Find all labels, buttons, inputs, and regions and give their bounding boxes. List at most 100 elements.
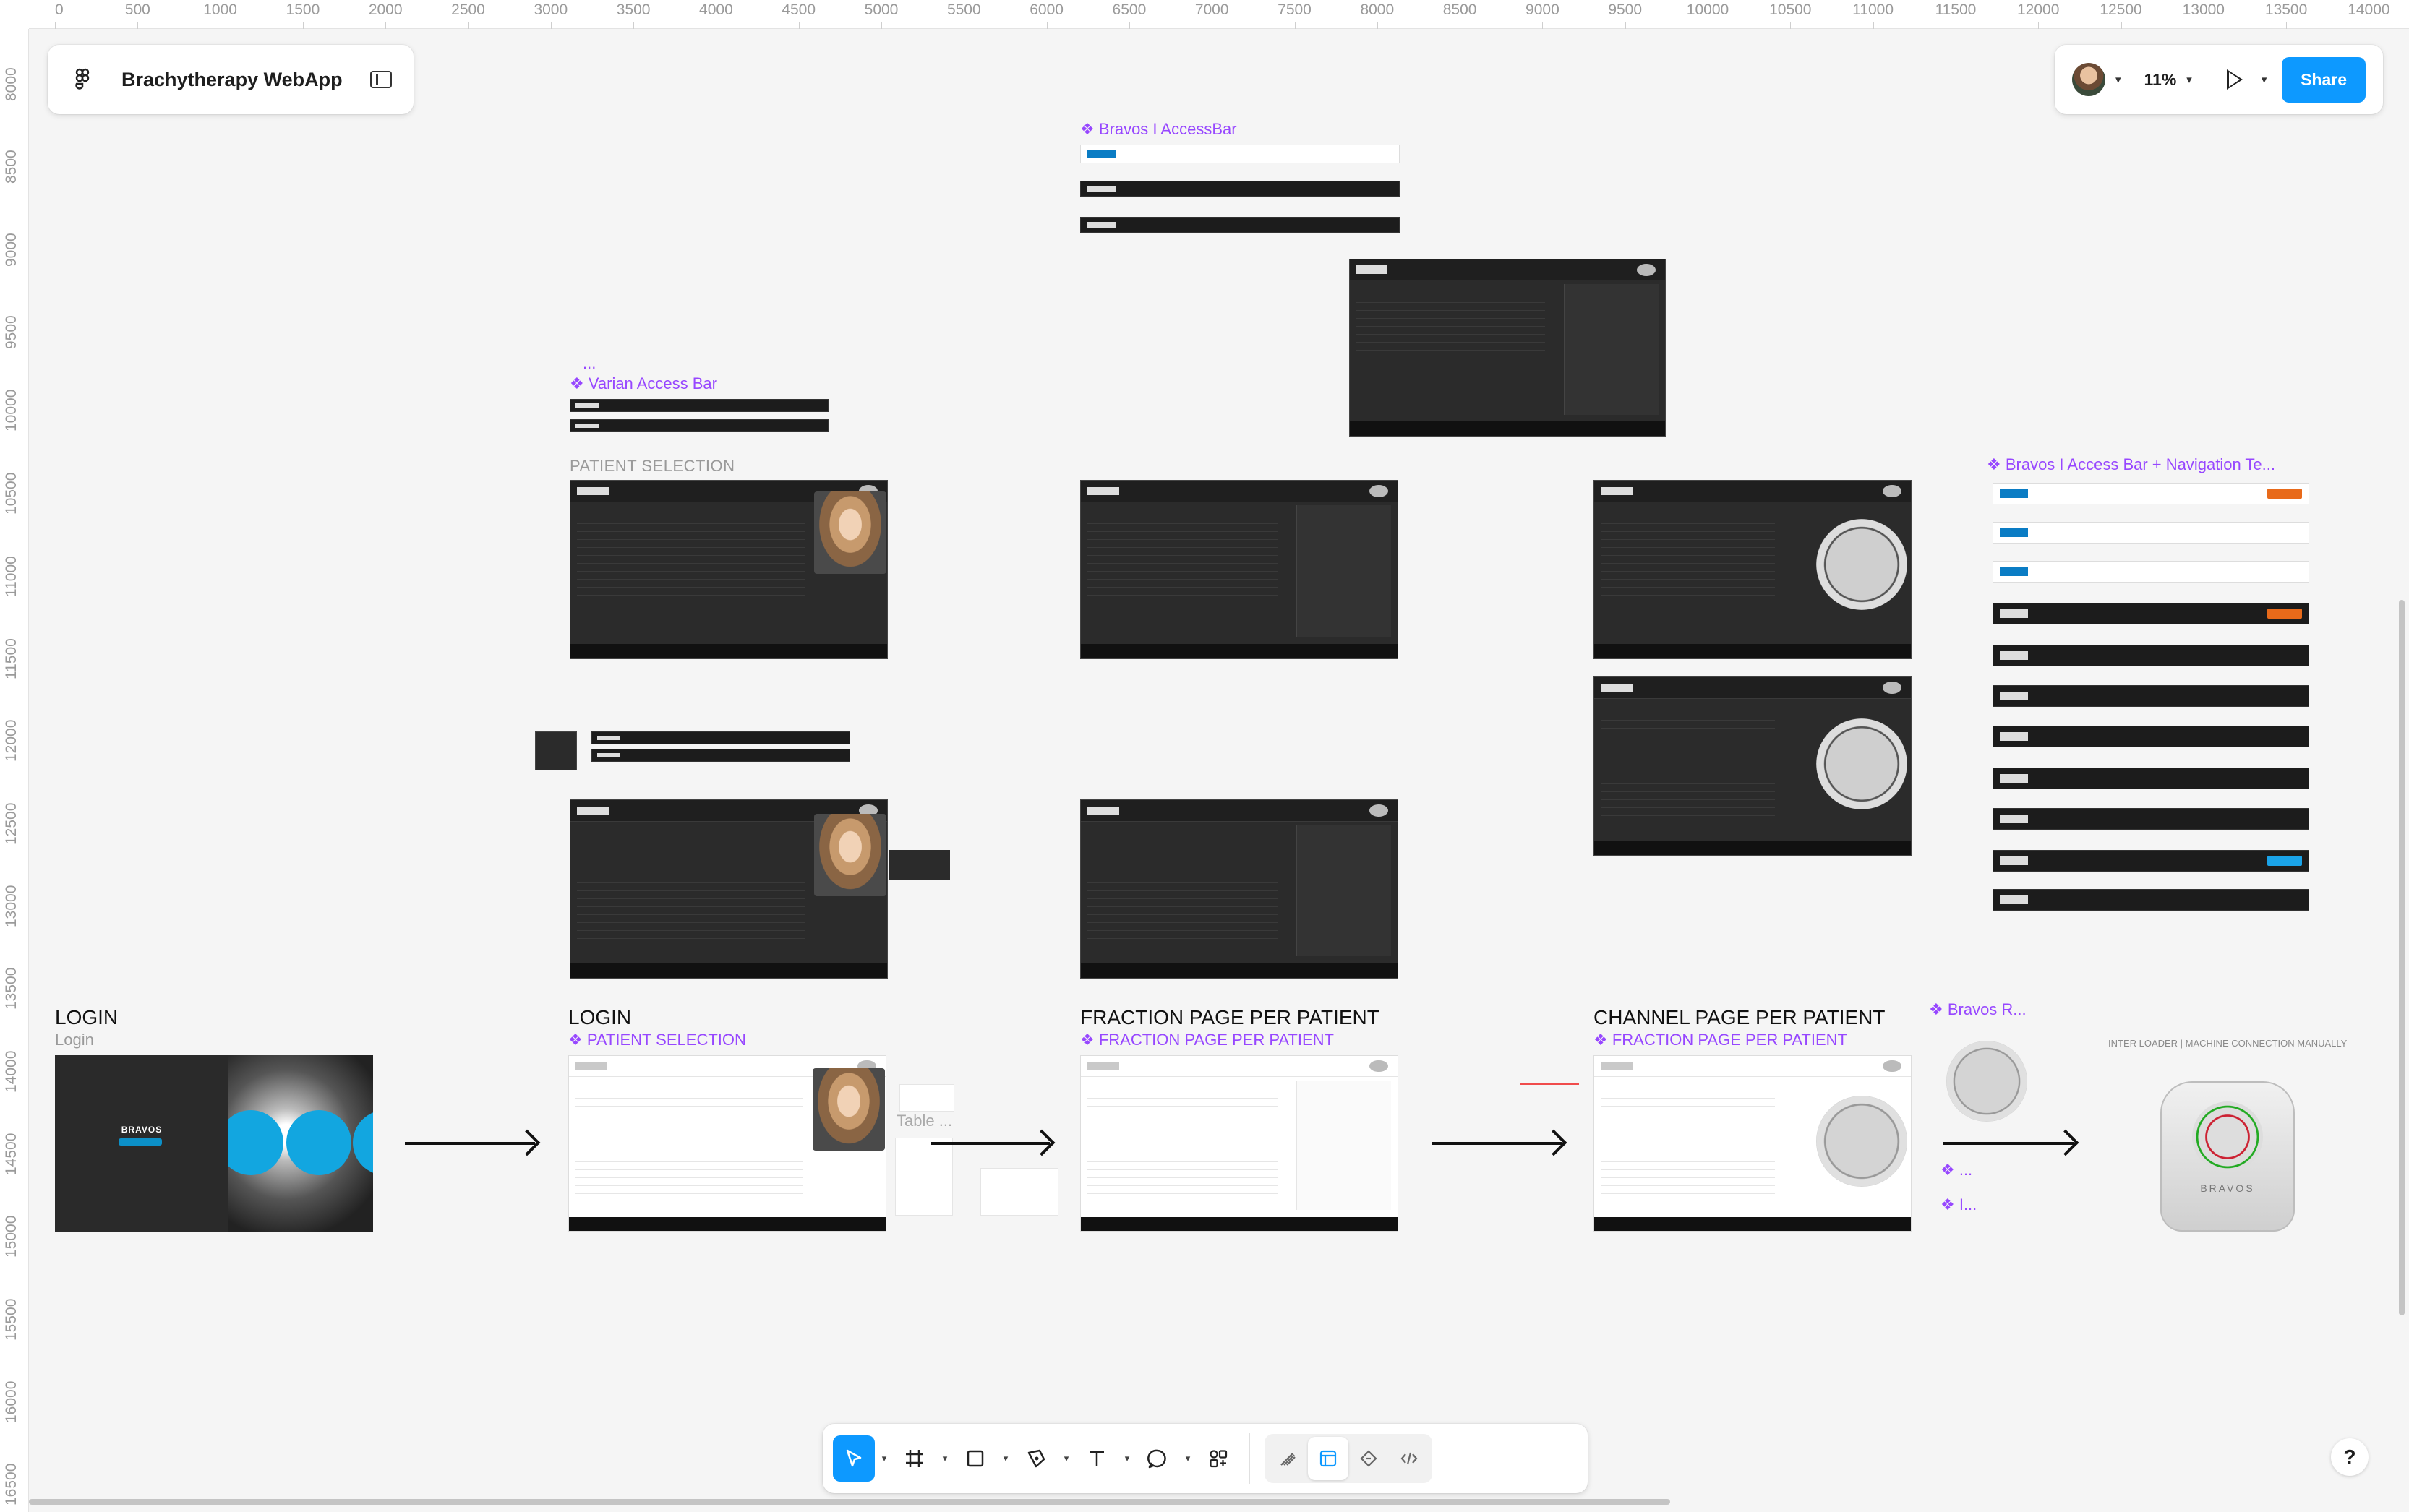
- table-card-2[interactable]: [980, 1168, 1058, 1216]
- user-avatar[interactable]: [2072, 63, 2105, 96]
- access-bar-variant[interactable]: [1993, 685, 2309, 707]
- sidebar-toggle-icon[interactable]: [370, 71, 392, 88]
- login-frame-image: [228, 1055, 373, 1232]
- flow-arrow-1[interactable]: [405, 1142, 535, 1145]
- section-title-channel[interactable]: CHANNEL PAGE PER PATIENT: [1593, 1006, 1885, 1029]
- ruler-tick-label: 9000: [3, 232, 20, 267]
- bravos-machine-image[interactable]: BRAVOS: [2160, 1081, 2295, 1232]
- comment-tool-chevron-icon[interactable]: ▾: [1178, 1435, 1197, 1482]
- prototype-mode-icon[interactable]: [1348, 1437, 1389, 1480]
- frame-fraction-light[interactable]: [1080, 1055, 1398, 1232]
- rectangle-tool-chevron-icon[interactable]: ▾: [996, 1435, 1015, 1482]
- bravos-accessbar-dark[interactable]: [1080, 181, 1400, 197]
- patient-photo-3: [813, 1068, 885, 1151]
- frame-tool-chevron-icon[interactable]: ▾: [936, 1435, 954, 1482]
- access-bar-variant[interactable]: [1993, 808, 2309, 830]
- zoom-level[interactable]: 11%: [2144, 70, 2177, 90]
- access-bar-variant[interactable]: [1993, 603, 2309, 624]
- access-bar-variant[interactable]: [1993, 768, 2309, 789]
- access-bar-variant[interactable]: [1993, 645, 2309, 666]
- varian-access-bar-4[interactable]: [591, 749, 850, 762]
- login-button[interactable]: [119, 1138, 162, 1146]
- red-annotation[interactable]: [1520, 1083, 1579, 1085]
- frame-fraction-dark-top[interactable]: [1349, 259, 1666, 437]
- flow-arrow-4[interactable]: [1943, 1142, 2074, 1145]
- component-label-channel[interactable]: ❖ FRACTION PAGE PER PATIENT: [1593, 1031, 1847, 1049]
- table-card-1[interactable]: [895, 1138, 953, 1216]
- bravos-r-wheel[interactable]: [1946, 1041, 2027, 1122]
- zoom-chevron-down-icon[interactable]: ▾: [2186, 73, 2192, 86]
- small-dark-component[interactable]: [535, 731, 577, 770]
- flow-arrow-3[interactable]: [1432, 1142, 1562, 1145]
- flow-arrow-2[interactable]: [931, 1142, 1050, 1145]
- access-bar-variant[interactable]: [1993, 561, 2309, 583]
- comment-tool-icon[interactable]: [1137, 1435, 1178, 1482]
- ruler-tick-label: 11000: [3, 555, 20, 597]
- tooltip-component[interactable]: [889, 850, 950, 880]
- access-bar-variant[interactable]: [1993, 522, 2309, 544]
- section-label-patient-selection[interactable]: PATIENT SELECTION: [570, 457, 735, 476]
- ruler-tick-label: 7500: [1278, 1, 1312, 18]
- section-subtitle-login[interactable]: Login: [55, 1031, 94, 1049]
- access-bar-variant[interactable]: [1993, 726, 2309, 747]
- bravos-accessbar-dark-2[interactable]: [1080, 217, 1400, 233]
- component-label-bravos-r[interactable]: ❖ Bravos R...: [1929, 1000, 2027, 1019]
- actions-tool-icon[interactable]: [1197, 1435, 1239, 1482]
- component-item-1[interactable]: ❖ ...: [1941, 1161, 1972, 1180]
- figma-logo-icon[interactable]: [69, 66, 95, 93]
- present-play-icon[interactable]: [2226, 69, 2243, 90]
- text-tool-chevron-icon[interactable]: ▾: [1118, 1435, 1137, 1482]
- text-tool-icon[interactable]: [1076, 1435, 1118, 1482]
- patient-photo: [814, 491, 886, 574]
- ruler-tick-label: 2000: [368, 1, 403, 18]
- section-title-login-2[interactable]: LOGIN: [568, 1006, 631, 1029]
- component-label-fraction[interactable]: ❖ FRACTION PAGE PER PATIENT: [1080, 1031, 1334, 1049]
- ruler-tick-label: 13000: [2182, 1, 2225, 18]
- chevron-down-icon[interactable]: ▾: [2115, 73, 2121, 86]
- component-label-varian-access-bar[interactable]: ❖ Varian Access Bar: [570, 374, 717, 393]
- section-title-fraction[interactable]: FRACTION PAGE PER PATIENT: [1080, 1006, 1379, 1029]
- table-label[interactable]: Table ...: [897, 1112, 952, 1130]
- ruler-tick-label: 16500: [3, 1463, 20, 1506]
- inter-loader-label[interactable]: INTER LOADER | MACHINE CONNECTION MANUAL…: [2108, 1038, 2347, 1049]
- ruler-tick-label: 10000: [1686, 1, 1729, 18]
- figma-canvas[interactable]: 0 500 1000 1500 2000 2500 3000 3500 4000 4500 5000…: [0, 0, 2409, 1512]
- component-label-patient-selection[interactable]: ❖ PATIENT SELECTION: [568, 1031, 746, 1049]
- help-button[interactable]: ?: [2331, 1438, 2369, 1476]
- ruler-tick-label: 4500: [782, 1, 816, 18]
- share-button[interactable]: Share: [2282, 56, 2366, 103]
- mode-switcher: [1265, 1434, 1432, 1483]
- file-title-panel: Brachytherapy WebApp: [48, 45, 414, 114]
- ruler-tick-label: 12000: [3, 719, 20, 763]
- access-bar-variant[interactable]: [1993, 483, 2309, 504]
- component-ellipsis[interactable]: ...: [583, 354, 596, 373]
- present-chevron-down-icon[interactable]: ▾: [2262, 73, 2267, 86]
- vertical-scrollbar[interactable]: [2399, 600, 2405, 1315]
- ruler-tick-label: 7000: [1194, 1, 1229, 18]
- move-tool-icon[interactable]: [833, 1435, 875, 1482]
- frame-tool-icon[interactable]: [894, 1435, 936, 1482]
- horizontal-scrollbar[interactable]: [29, 1499, 1670, 1505]
- varian-access-bar-1[interactable]: [570, 399, 829, 412]
- varian-access-bar-3[interactable]: [591, 731, 850, 744]
- section-title-login[interactable]: LOGIN: [55, 1006, 118, 1029]
- pen-tool-chevron-icon[interactable]: ▾: [1057, 1435, 1076, 1482]
- note-card[interactable]: [899, 1084, 954, 1112]
- design-mode-icon[interactable]: [1308, 1437, 1348, 1480]
- draw-mode-icon[interactable]: [1267, 1437, 1308, 1480]
- move-tool-chevron-icon[interactable]: ▾: [875, 1435, 894, 1482]
- pen-tool-icon[interactable]: [1015, 1435, 1057, 1482]
- varian-access-bar-2[interactable]: [570, 419, 829, 432]
- access-bar-variant[interactable]: [1993, 889, 2309, 911]
- component-label-bravos-accessbar[interactable]: ❖ Bravos I AccessBar: [1080, 120, 1237, 139]
- dev-mode-icon[interactable]: [1389, 1437, 1429, 1480]
- component-label-bravos-access-nav[interactable]: ❖ Bravos I Access Bar + Navigation Te...: [1987, 455, 2275, 474]
- bravos-accessbar-light[interactable]: [1080, 145, 1400, 163]
- frame-fraction-dark[interactable]: [1080, 480, 1398, 659]
- file-title[interactable]: Brachytherapy WebApp: [121, 69, 370, 91]
- rectangle-tool-icon[interactable]: [954, 1435, 996, 1482]
- ruler-tick-label: 6500: [1112, 1, 1147, 18]
- frame-fraction-dark-2[interactable]: [1080, 799, 1398, 979]
- component-item-2[interactable]: ❖ I...: [1941, 1195, 1977, 1214]
- access-bar-variant[interactable]: [1993, 850, 2309, 872]
